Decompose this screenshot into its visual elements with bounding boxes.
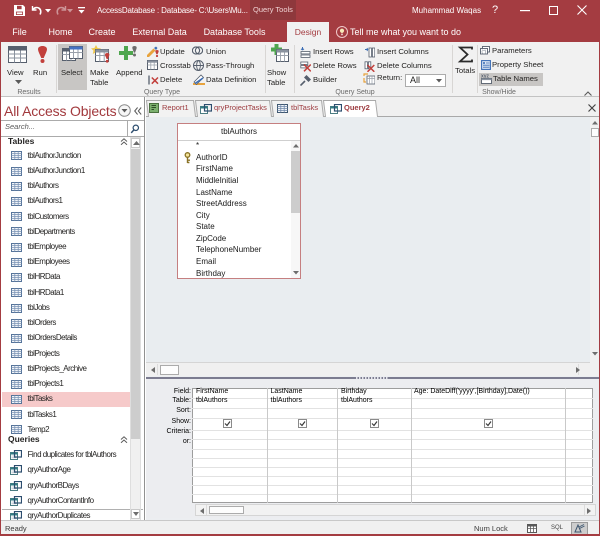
svg-text:("): (") [482, 49, 487, 54]
